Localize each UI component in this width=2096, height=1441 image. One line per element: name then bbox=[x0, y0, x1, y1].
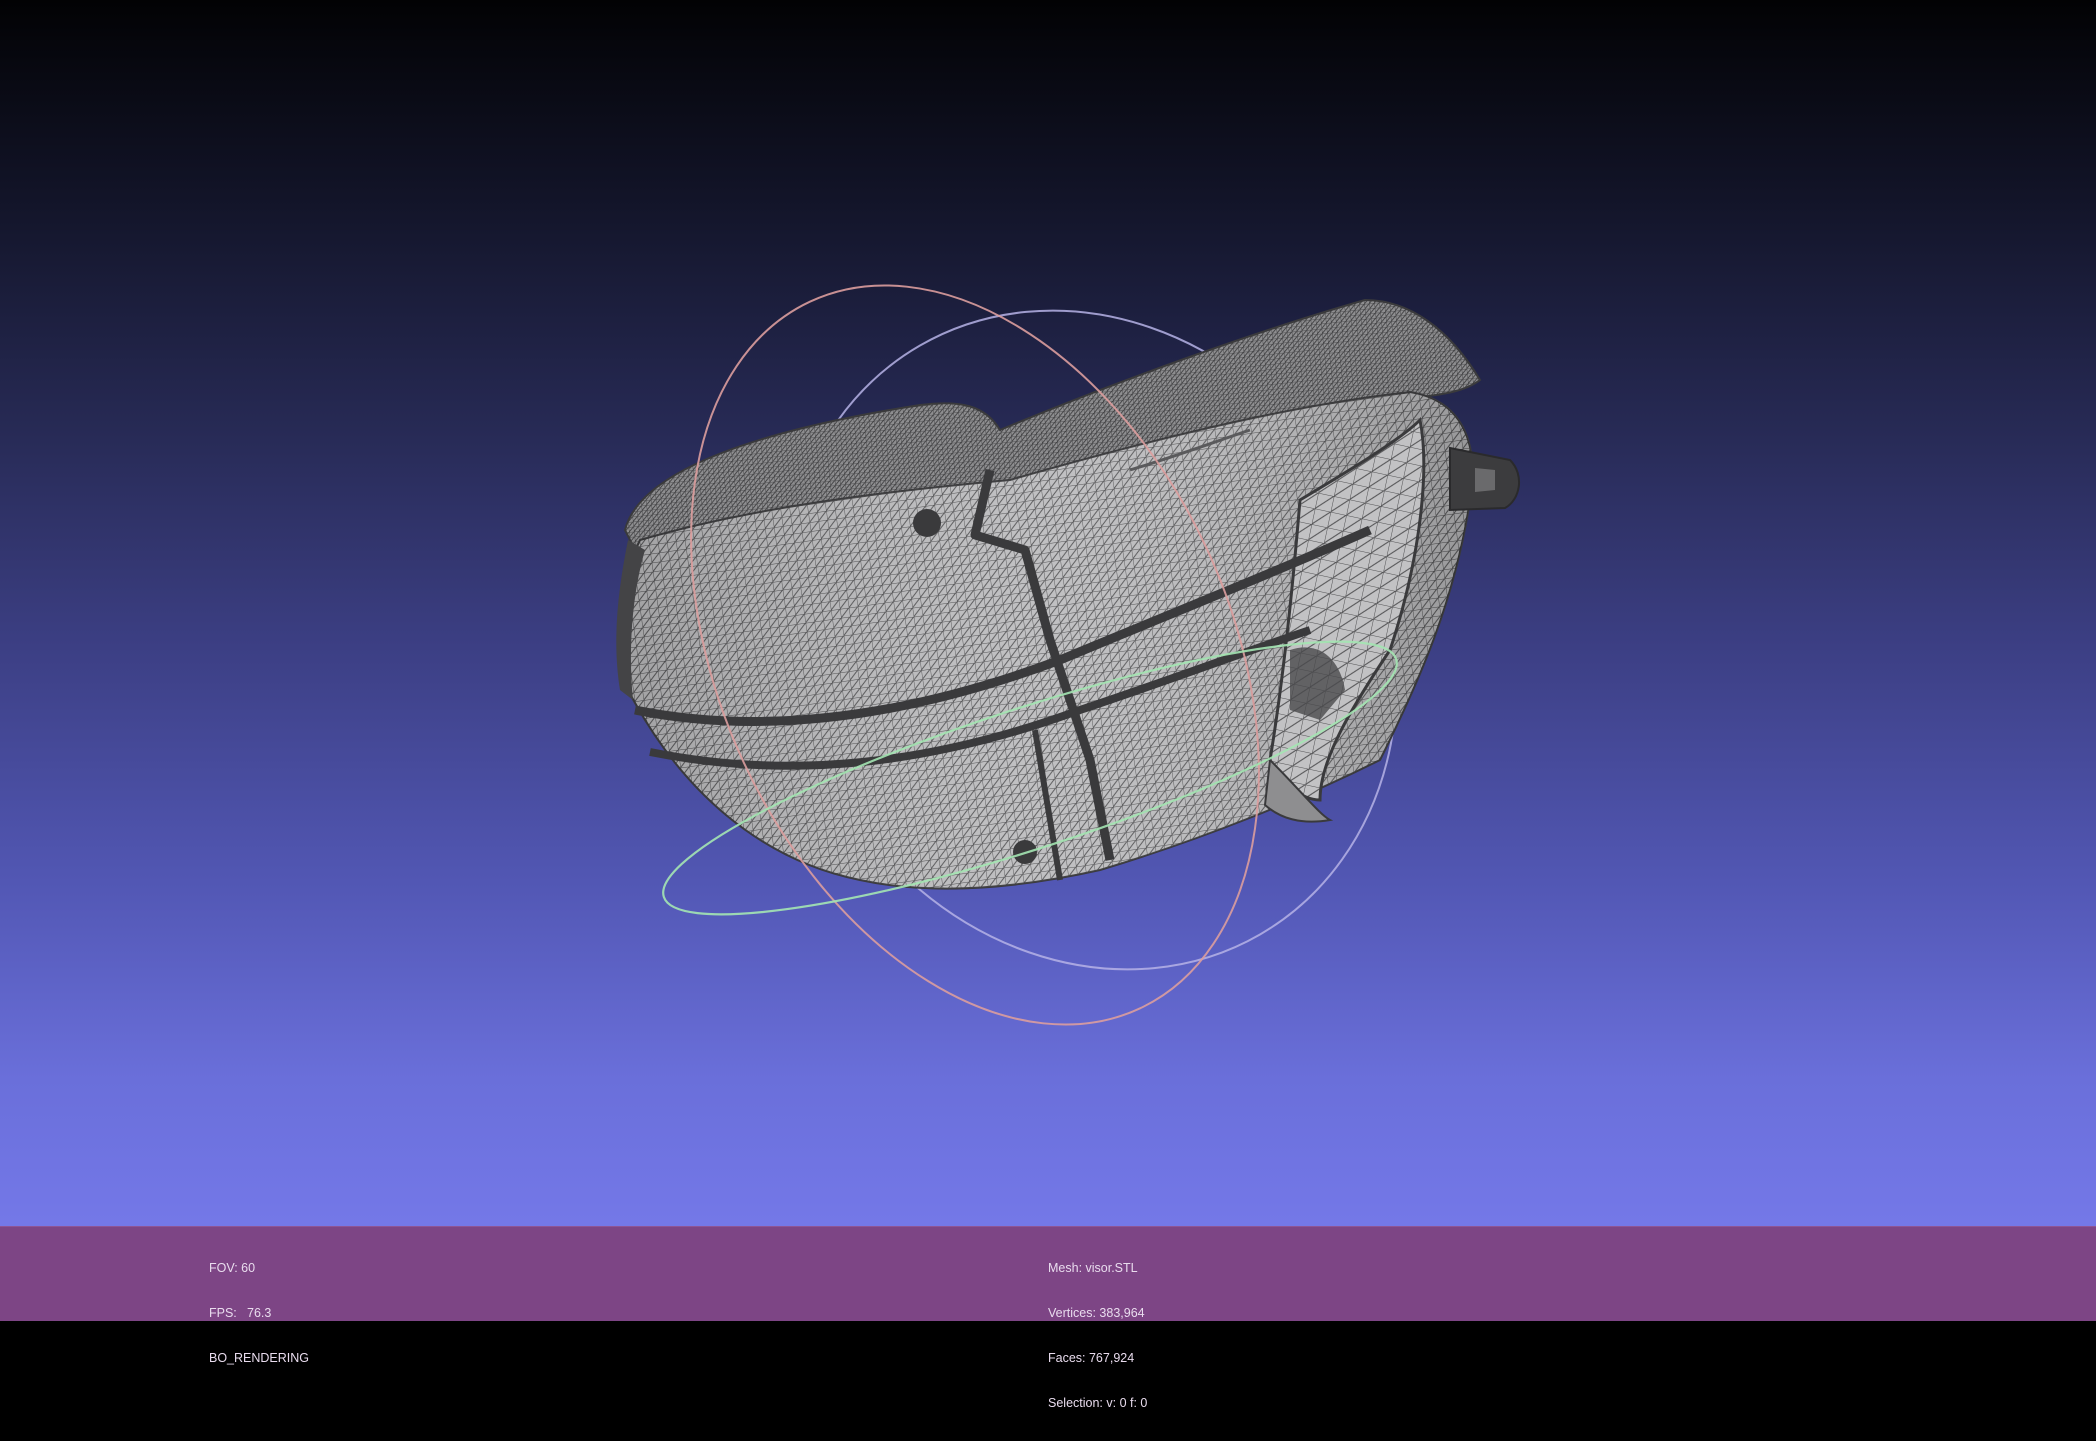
selection-label: Selection: v: 0 f: 0 bbox=[1048, 1396, 1148, 1410]
mesh-render[interactable] bbox=[0, 0, 2096, 1226]
fps-value: 76.3 bbox=[247, 1306, 272, 1320]
info-bar: FOV: 60 FPS: 76.3 BO_RENDERING Mesh: viso… bbox=[0, 1226, 2096, 1410]
vertices-label: Vertices: 383,964 bbox=[1048, 1306, 1145, 1320]
render-mode-label: BO_RENDERING bbox=[209, 1351, 310, 1365]
fov-label: FOV: 60 bbox=[209, 1261, 256, 1275]
fps-row: FPS: 76.3 bbox=[209, 1306, 309, 1321]
visor-hole-top bbox=[913, 509, 941, 537]
faces-label: Faces: 767,924 bbox=[1048, 1351, 1135, 1365]
3d-viewport[interactable] bbox=[0, 0, 2096, 1226]
mesh-name-label: Mesh: visor.STL bbox=[1048, 1261, 1138, 1275]
fps-label: FPS: bbox=[209, 1306, 237, 1320]
render-info: FOV: 60 FPS: 76.3 BO_RENDERING bbox=[209, 1231, 309, 1396]
mesh-info: Mesh: visor.STL Vertices: 383,964 Faces:… bbox=[1048, 1231, 1147, 1441]
